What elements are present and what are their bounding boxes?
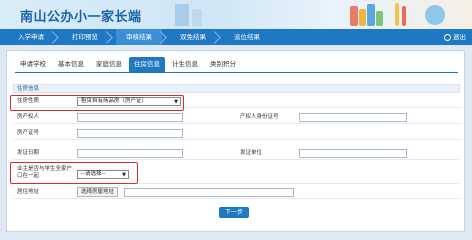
next-button[interactable]: 下一步 bbox=[219, 207, 249, 218]
row-deed-number: 房产证号 bbox=[13, 127, 460, 140]
section-title: 住房信息 bbox=[17, 86, 40, 92]
nav-item-allocation-result[interactable]: 派位结果 bbox=[224, 29, 270, 45]
tab-bar: 申请学校 基本信息 家庭信息 住房信息 计生信息 类别积分 bbox=[15, 57, 243, 72]
top-nav: 入学申请 打印预览 审核结果 双免结果 派位结果 退出 bbox=[0, 29, 472, 45]
decor-globe-icon bbox=[425, 5, 445, 25]
nav-item-apply[interactable]: 入学申请 bbox=[8, 29, 54, 45]
issuer-input[interactable] bbox=[299, 149, 407, 158]
highlight-box-housing-type bbox=[10, 95, 184, 111]
tab-school[interactable]: 申请学校 bbox=[15, 57, 51, 72]
decor-books-icon bbox=[376, 11, 383, 26]
owner-label: 房产权人 bbox=[17, 114, 40, 120]
section-header: 住房信息 bbox=[13, 84, 460, 93]
address-label: 居住地址 bbox=[17, 189, 40, 195]
row-issue-date: 发证日期 发证单位 bbox=[13, 147, 460, 160]
tab-housing-info[interactable]: 住房信息 bbox=[129, 57, 165, 72]
issue-date-label: 发证日期 bbox=[17, 150, 40, 156]
tab-family-planning[interactable]: 计生信息 bbox=[167, 57, 203, 72]
exit-button[interactable]: 退出 bbox=[444, 29, 466, 45]
tab-underline bbox=[15, 72, 458, 73]
decor-books-icon bbox=[367, 4, 375, 26]
exit-label: 退出 bbox=[453, 33, 466, 41]
decor-books-icon bbox=[359, 9, 366, 26]
decor-building-icon bbox=[192, 9, 202, 26]
tab-category-points[interactable]: 类别积分 bbox=[205, 57, 241, 72]
owner-id-input[interactable] bbox=[299, 113, 407, 122]
owner-id-label: 产权人身份证号 bbox=[240, 114, 279, 120]
header-banner: 南山公办小一家长端 bbox=[0, 0, 472, 29]
gear-icon bbox=[444, 33, 451, 41]
row-owner: 房产权人 产权人身份证号 bbox=[13, 111, 460, 124]
decor-books-icon bbox=[350, 6, 358, 26]
form-panel: 申请学校 基本信息 家庭信息 住房信息 计生信息 类别积分 住房信息 住房性质 … bbox=[6, 50, 465, 232]
decor-pencil-icon bbox=[402, 6, 406, 26]
tab-family-info[interactable]: 家庭信息 bbox=[91, 57, 127, 72]
decor-building-icon bbox=[175, 4, 189, 26]
highlight-box-same-household bbox=[10, 162, 138, 184]
deed-number-label: 房产证号 bbox=[17, 130, 40, 136]
nav-item-print-preview[interactable]: 打印预览 bbox=[62, 29, 108, 45]
issue-date-input[interactable] bbox=[77, 149, 183, 158]
owner-input[interactable] bbox=[77, 113, 183, 122]
nav-item-review-result[interactable]: 审核结果 bbox=[116, 29, 162, 45]
row-address: 居住地址 选择房屋地址 bbox=[13, 186, 460, 199]
decor-pencil-icon bbox=[395, 3, 399, 26]
choose-address-button[interactable]: 选择房屋地址 bbox=[77, 187, 119, 197]
issuer-label: 发证单位 bbox=[240, 150, 263, 156]
app-title: 南山公办小一家长端 bbox=[20, 10, 142, 25]
tab-basic-info[interactable]: 基本信息 bbox=[53, 57, 89, 72]
address-input[interactable] bbox=[124, 188, 294, 197]
deed-number-input[interactable] bbox=[77, 129, 183, 138]
nav-item-double-exempt[interactable]: 双免结果 bbox=[170, 29, 216, 45]
